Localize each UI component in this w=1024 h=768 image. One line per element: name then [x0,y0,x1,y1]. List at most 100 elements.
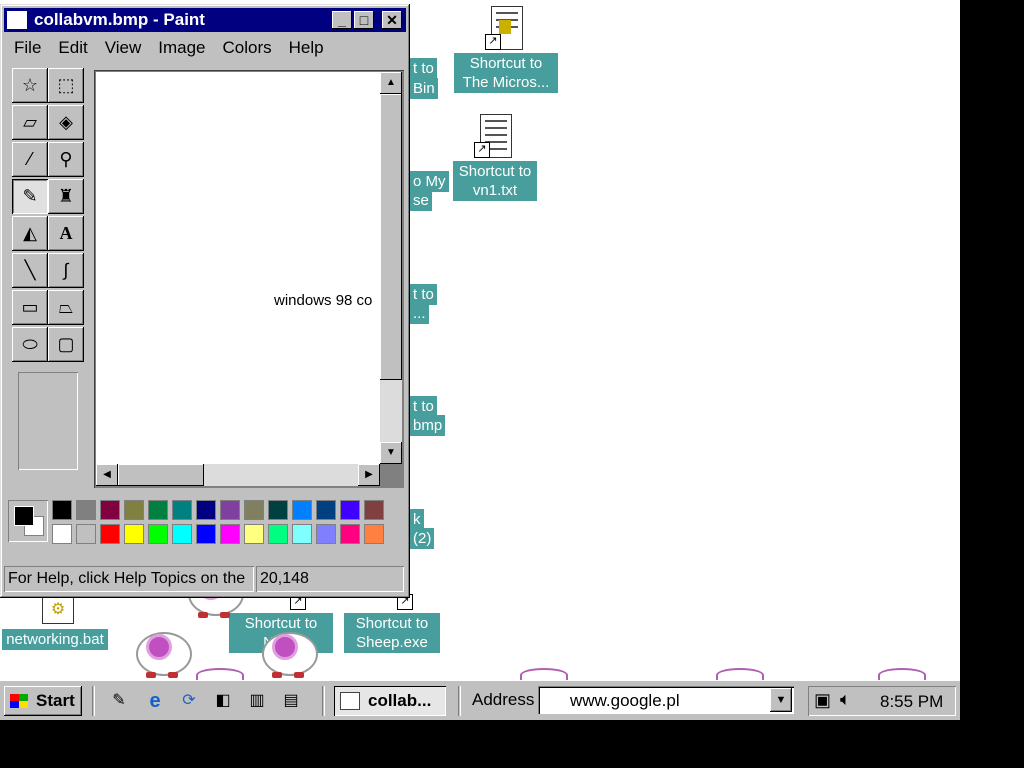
desktop-icon-shortcut-micros[interactable]: ↗ Shortcut to The Micros... [451,6,561,93]
palette-swatch[interactable] [52,524,72,544]
ellipse-tool-icon[interactable]: ⬭ [12,327,48,362]
palette-swatch[interactable] [172,500,192,520]
palette-swatch[interactable] [100,500,120,520]
line-tool-icon[interactable]: ╲ [12,253,48,288]
palette-swatch[interactable] [220,524,240,544]
clock[interactable]: 8:55 PM [880,692,943,712]
scroll-up-button[interactable]: ▲ [380,72,402,94]
vertical-scrollbar[interactable]: ▲ ▼ [380,72,402,464]
desktop-icon-label-partial[interactable]: ... [410,303,429,324]
close-button[interactable]: ✕ [382,11,402,29]
show-desktop-icon[interactable]: ✎ [108,690,130,712]
desktop-icon-shortcut-sheep[interactable]: ↗ Shortcut to Sheep.exe [344,594,440,653]
airbrush-icon[interactable]: ◭ [12,216,48,251]
magnifier-icon[interactable]: ⚲ [48,142,84,177]
menu-colors[interactable]: Colors [213,36,279,58]
palette-swatch[interactable] [148,500,168,520]
desktop-icon-label-partial[interactable]: t to [410,58,437,79]
color-picker-icon[interactable]: ⁄ [12,142,48,177]
palette-swatch[interactable] [52,500,72,520]
eraser-icon[interactable]: ▱ [12,105,48,140]
notepad-icon[interactable]: ▤ [280,690,302,712]
palette-swatch[interactable] [196,524,216,544]
horizontal-scroll-thumb[interactable] [118,464,204,486]
pencil-icon[interactable]: ✎ [12,179,48,214]
rounded-rect-tool-icon[interactable]: ▢ [48,327,84,362]
desktop-icon-label-partial[interactable]: bmp [410,415,446,436]
desktop-icon-label: Shortcut to Sheep.exe [344,613,440,653]
polygon-tool-icon[interactable]: ⏢ [48,290,84,325]
palette-swatch[interactable] [340,500,360,520]
tool-options-box[interactable] [18,372,78,470]
start-button[interactable]: Start [4,686,82,716]
maximize-button[interactable]: □ [354,11,374,29]
palette-swatch[interactable] [316,500,336,520]
brush-icon[interactable]: ♜ [48,179,84,214]
palette-swatch[interactable] [340,524,360,544]
desktop-icon-label-partial[interactable]: t to [410,396,437,417]
palette-swatch[interactable] [196,500,216,520]
sheep-sprite[interactable] [258,626,322,678]
scroll-left-button[interactable]: ◀ [96,464,118,486]
desktop-icon-label-partial[interactable]: t to [410,284,437,305]
palette-swatch[interactable] [148,524,168,544]
drawing-canvas[interactable]: windows 98 co [96,72,380,464]
horizontal-scrollbar[interactable]: ◀ ▶ [96,464,380,486]
menu-view[interactable]: View [95,36,149,58]
desktop-icon-shortcut-vn1[interactable]: ↗ Shortcut to vn1.txt [440,114,550,201]
curve-tool-icon[interactable]: ∫ [48,253,84,288]
desktop-icon-networking-bat[interactable]: ⚙ networking.bat [0,596,110,650]
task-button-paint[interactable]: collab... [334,686,446,716]
title-bar[interactable]: collabvm.bmp - Paint _ □ ✕ [4,8,406,32]
scroll-right-button[interactable]: ▶ [358,464,380,486]
desktop-icon-label-partial[interactable]: se [410,190,432,211]
menu-file[interactable]: File [4,36,48,58]
scheduler-icon[interactable]: ▣ [814,690,831,711]
fill-bucket-icon[interactable]: ◈ [48,105,84,140]
current-colors [8,500,48,542]
palette-swatch[interactable] [364,524,384,544]
palette-swatch[interactable] [220,500,240,520]
taskbar-separator [322,686,325,716]
menu-help[interactable]: Help [279,36,331,58]
volume-icon[interactable]: 🔈︎ [840,689,851,710]
paint-window[interactable]: collabvm.bmp - Paint _ □ ✕ File Edit View I… [0,4,410,598]
desktop-icon-label-partial[interactable]: (2) [410,528,435,549]
paint-app-icon [340,692,360,710]
palette-swatch[interactable] [100,524,120,544]
palette-swatch[interactable] [76,500,96,520]
palette-swatch[interactable] [268,500,288,520]
palette-swatch[interactable] [292,500,312,520]
internet-explorer-icon[interactable]: e [144,690,166,712]
address-bar[interactable]: ▼ [538,686,794,714]
palette-swatch[interactable] [244,524,264,544]
channels-icon[interactable]: ⟳ [178,690,200,712]
palette-swatch[interactable] [364,500,384,520]
menu-edit[interactable]: Edit [48,36,94,58]
palette-swatch[interactable] [172,524,192,544]
palette-swatch[interactable] [244,500,264,520]
palette-swatch[interactable] [124,500,144,520]
paint-quicklaunch-icon[interactable]: ▥ [246,690,268,712]
speaker-doc-icon[interactable]: ◧ [212,690,234,712]
palette-swatch[interactable] [292,524,312,544]
rectangle-tool-icon[interactable]: ▭ [12,290,48,325]
minimize-button[interactable]: _ [332,11,352,29]
desktop-icon-label-partial[interactable]: Bin [410,78,438,99]
sheep-sprite[interactable] [132,626,196,678]
desktop-icon-label-partial[interactable]: k [410,509,424,530]
vertical-scroll-thumb[interactable] [380,94,402,380]
rect-select-icon[interactable]: ⬚ [48,68,84,103]
palette-swatch[interactable] [124,524,144,544]
color-palette [6,498,386,550]
palette-swatch[interactable] [76,524,96,544]
scroll-down-button[interactable]: ▼ [380,442,402,464]
text-tool-icon[interactable]: A [48,216,84,251]
free-select-icon[interactable]: ☆ [12,68,48,103]
menu-image[interactable]: Image [148,36,212,58]
address-dropdown-button[interactable]: ▼ [770,688,792,712]
palette-swatch[interactable] [268,524,288,544]
palette-swatch[interactable] [316,524,336,544]
taskbar: Start ✎ e ⟳ ◧ ▥ ▤ collab... Address ▼ ▣ … [0,680,960,720]
address-input[interactable] [568,690,762,712]
